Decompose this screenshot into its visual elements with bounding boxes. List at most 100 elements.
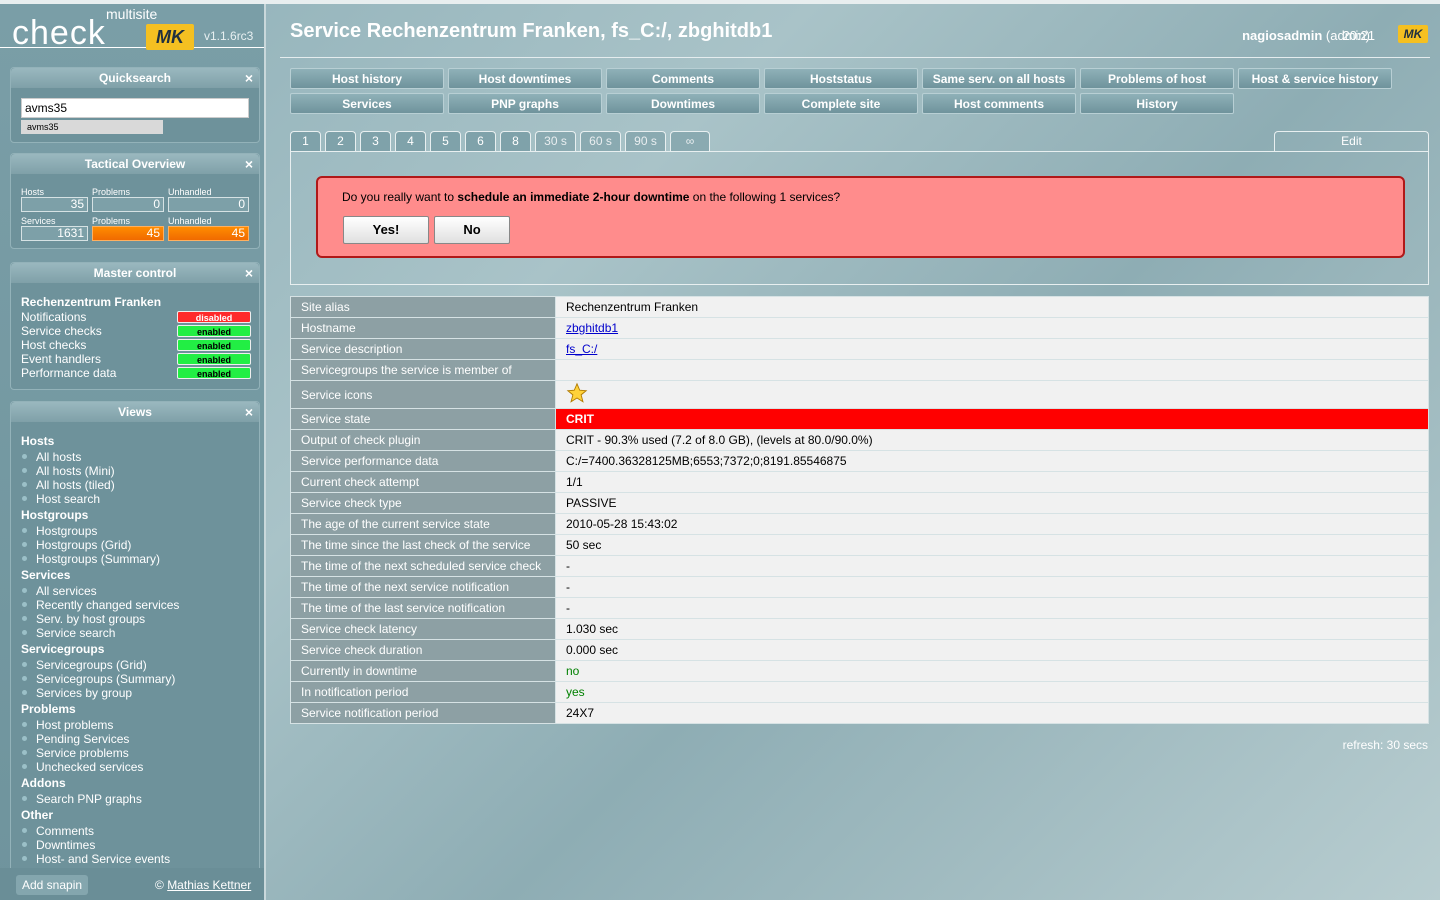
close-icon[interactable]: × bbox=[245, 263, 253, 283]
context-button[interactable]: Host history bbox=[290, 68, 444, 89]
views-group-heading[interactable]: Services bbox=[21, 568, 70, 582]
views-link[interactable]: Hostgroups (Summary) bbox=[21, 552, 160, 566]
yes-button[interactable]: Yes! bbox=[343, 216, 429, 244]
views-link[interactable]: Servicegroups (Grid) bbox=[22, 658, 147, 672]
views-link[interactable]: Servicegroups (Summary) bbox=[21, 672, 175, 686]
context-button[interactable]: Complete site bbox=[764, 93, 918, 114]
row-link[interactable]: zbghitdb1 bbox=[566, 321, 618, 335]
host-problems-count[interactable]: 0 bbox=[92, 197, 164, 212]
tab-refresh[interactable]: 1 bbox=[290, 131, 321, 151]
context-button[interactable]: Comments bbox=[606, 68, 760, 89]
master-control-label: Event handlers bbox=[21, 352, 102, 366]
context-button[interactable]: Downtimes bbox=[606, 93, 760, 114]
quicksearch-input[interactable] bbox=[21, 98, 249, 118]
context-button[interactable]: Hoststatus bbox=[764, 68, 918, 89]
tab-refresh[interactable]: 2 bbox=[325, 131, 356, 151]
host-problems-label: Problems bbox=[92, 187, 131, 197]
context-button[interactable]: Same serv. on all hosts bbox=[922, 68, 1076, 89]
table-row: In notification period yes bbox=[290, 681, 1429, 703]
master-control-toggle[interactable]: enabled bbox=[177, 339, 251, 351]
views-group-heading[interactable]: Servicegroups bbox=[21, 642, 104, 656]
views-link[interactable]: Recently changed services bbox=[21, 598, 179, 612]
author-link[interactable]: Mathias Kettner bbox=[167, 878, 251, 892]
table-row: Output of check plugin CRIT - 90.3% used … bbox=[290, 429, 1429, 451]
service-problems-count[interactable]: 45 bbox=[92, 226, 164, 241]
views-group-heading[interactable]: Addons bbox=[21, 776, 66, 790]
snapin-header[interactable]: Tactical Overview × bbox=[11, 154, 259, 174]
views-link[interactable]: Service search bbox=[21, 626, 115, 640]
views-link[interactable]: Unchecked services bbox=[21, 760, 143, 774]
views-link[interactable]: Host problems bbox=[21, 718, 113, 732]
tab-refresh[interactable]: 5 bbox=[430, 131, 461, 151]
row-value: Rechenzentrum Franken bbox=[555, 296, 1429, 318]
master-control-toggle[interactable]: disabled bbox=[177, 311, 251, 323]
hosts-count[interactable]: 35 bbox=[21, 197, 88, 212]
tab-refresh[interactable]: 3 bbox=[360, 131, 391, 151]
context-button[interactable]: Services bbox=[290, 93, 444, 114]
table-row: The time of the next service notificatio… bbox=[290, 576, 1429, 598]
table-row: Currently in downtime no bbox=[290, 660, 1429, 682]
close-icon[interactable]: × bbox=[245, 402, 253, 422]
context-button[interactable]: History bbox=[1080, 93, 1234, 114]
views-link[interactable]: Downtimes bbox=[21, 838, 95, 852]
views-link[interactable]: All hosts (tiled) bbox=[22, 478, 115, 492]
tab-edit[interactable]: Edit bbox=[1274, 131, 1429, 151]
views-link[interactable]: Hostgroups (Grid) bbox=[21, 538, 131, 552]
views-link[interactable]: All hosts (Mini) bbox=[22, 464, 115, 478]
tab-refresh[interactable]: 60 s bbox=[580, 131, 621, 151]
tab-refresh[interactable]: 90 s bbox=[625, 131, 666, 151]
context-button[interactable]: PNP graphs bbox=[448, 93, 602, 114]
row-value: 1/1 bbox=[555, 471, 1429, 493]
views-link[interactable]: Serv. by host groups bbox=[21, 612, 145, 626]
close-icon[interactable]: × bbox=[245, 68, 253, 88]
views-link[interactable]: Host search bbox=[21, 492, 100, 506]
views-link[interactable]: Comments bbox=[21, 824, 94, 838]
service-unhandled-count[interactable]: 45 bbox=[168, 226, 249, 241]
row-value: C:/=7400.36328125MB;6553;7372;0;8191.855… bbox=[555, 450, 1429, 472]
close-icon[interactable]: × bbox=[245, 154, 253, 174]
snapin-header[interactable]: Master control × bbox=[11, 263, 259, 283]
copyright: © Mathias Kettner bbox=[155, 878, 251, 892]
views-link[interactable]: All services bbox=[22, 584, 97, 598]
no-button[interactable]: No bbox=[434, 216, 510, 244]
quicksearch-suggestion[interactable]: avms35 bbox=[21, 120, 163, 134]
snapin-title: Tactical Overview bbox=[84, 157, 186, 171]
row-link[interactable]: fs_C:/ bbox=[566, 342, 597, 356]
sidebar-logo[interactable]: multisite check MK v1.1.6rc3 bbox=[0, 4, 264, 60]
context-button[interactable]: Host downtimes bbox=[448, 68, 602, 89]
master-control-toggle[interactable]: enabled bbox=[177, 367, 251, 379]
views-link[interactable]: Host- and Service events bbox=[21, 852, 170, 866]
views-link[interactable]: Service problems bbox=[22, 746, 129, 760]
hosts-label: Hosts bbox=[21, 187, 45, 197]
master-control-toggle[interactable]: enabled bbox=[177, 325, 251, 337]
context-button[interactable]: Host comments bbox=[922, 93, 1076, 114]
views-group-heading[interactable]: Other bbox=[21, 808, 53, 822]
snapin-header[interactable]: Views × bbox=[11, 402, 259, 422]
views-link[interactable]: Services by group bbox=[21, 686, 132, 700]
table-row: Servicegroups the service is member of bbox=[290, 359, 1429, 381]
tab-refresh[interactable]: 30 s bbox=[535, 131, 576, 151]
views-link[interactable]: Pending Services bbox=[21, 732, 129, 746]
views-link[interactable]: All hosts bbox=[21, 450, 81, 464]
context-button[interactable]: Host & service history bbox=[1238, 68, 1392, 89]
tab-refresh[interactable]: 6 bbox=[465, 131, 496, 151]
row-value bbox=[555, 359, 1429, 381]
host-unhandled-count[interactable]: 0 bbox=[168, 197, 249, 212]
context-button[interactable]: Problems of host bbox=[1080, 68, 1234, 89]
snapin-header[interactable]: Quicksearch × bbox=[11, 68, 259, 88]
master-control-toggle[interactable]: enabled bbox=[177, 353, 251, 365]
row-label: In notification period bbox=[290, 681, 556, 703]
tab-refresh[interactable]: 4 bbox=[395, 131, 426, 151]
views-group-heading[interactable]: Hosts bbox=[21, 434, 54, 448]
views-group-heading[interactable]: Hostgroups bbox=[21, 508, 88, 522]
tab-refresh[interactable]: ∞ bbox=[670, 131, 710, 151]
copyright-symbol: © bbox=[155, 878, 164, 892]
tab-refresh[interactable]: 8 bbox=[500, 131, 531, 151]
add-snapin-button[interactable]: Add snapin bbox=[16, 875, 89, 895]
row-label: Currently in downtime bbox=[290, 660, 556, 682]
views-group-heading[interactable]: Problems bbox=[21, 702, 76, 716]
services-count[interactable]: 1631 bbox=[21, 226, 88, 241]
views-link[interactable]: Hostgroups bbox=[21, 524, 97, 538]
views-link[interactable]: Search PNP graphs bbox=[22, 792, 142, 806]
star-icon[interactable] bbox=[566, 382, 588, 407]
